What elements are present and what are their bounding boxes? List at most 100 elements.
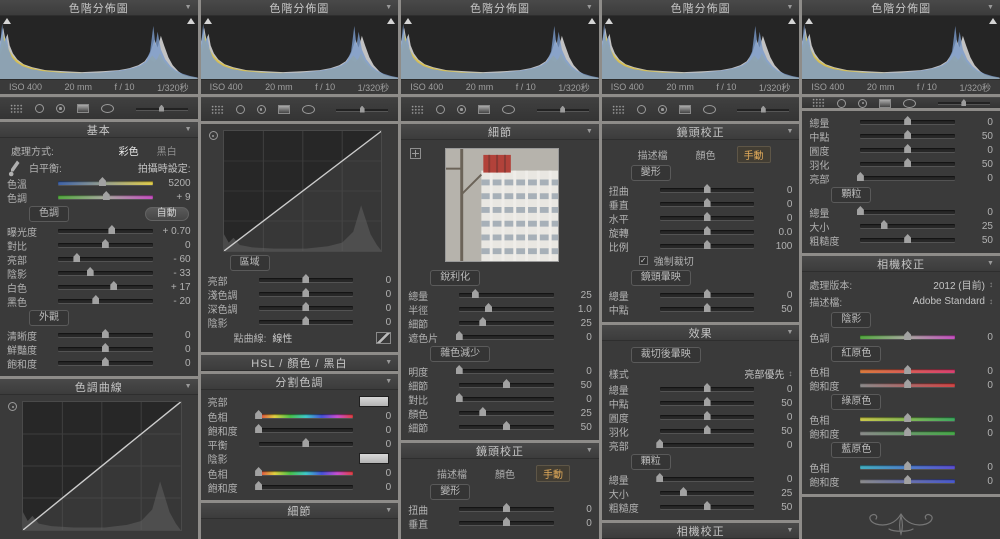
panel-header[interactable]: 效果 ▼	[601, 325, 800, 341]
slider-track[interactable]	[255, 467, 354, 476]
panel-collapse-icon[interactable]: ▼	[385, 507, 393, 514]
slider-track[interactable]	[459, 317, 554, 326]
toolstrip-slider[interactable]	[135, 104, 188, 112]
slider-thumb[interactable]	[485, 303, 492, 312]
slider-thumb[interactable]	[904, 234, 912, 243]
panel-header[interactable]: 相機校正 ▼	[802, 256, 1000, 272]
slider-thumb[interactable]	[904, 116, 912, 125]
slider-thumb[interactable]	[98, 177, 106, 186]
slider-thumb[interactable]	[479, 407, 487, 416]
slider-thumb[interactable]	[255, 424, 263, 433]
slider-track[interactable]	[659, 289, 755, 298]
panel-collapse-icon[interactable]: ▼	[385, 359, 393, 366]
panel-header[interactable]: 鏡頭校正 ▼	[601, 124, 800, 140]
slider-track[interactable]	[255, 481, 354, 490]
slider-thumb[interactable]	[856, 206, 864, 215]
slider-thumb[interactable]	[703, 212, 711, 221]
histogram-display[interactable]	[401, 16, 599, 80]
slider-thumb[interactable]	[703, 411, 711, 420]
slider-thumb[interactable]	[703, 303, 711, 312]
slider-track[interactable]	[459, 379, 554, 388]
detail-target-icon[interactable]	[410, 148, 422, 159]
toolstrip-slider-thumb[interactable]	[560, 105, 566, 113]
radial-filter-tool-icon[interactable]	[903, 98, 917, 108]
slider-track[interactable]	[659, 240, 755, 249]
highlight-clipping-indicator-icon[interactable]	[587, 18, 596, 24]
shadow-clipping-indicator-icon[interactable]	[203, 18, 212, 24]
panel-header[interactable]: 色階分佈圖 ▼	[200, 0, 399, 16]
wb-eyedropper-icon[interactable]	[8, 159, 21, 181]
panel-collapse-icon[interactable]: ▼	[185, 126, 193, 133]
slider-track[interactable]	[258, 274, 354, 283]
slider-track[interactable]	[659, 184, 755, 193]
slider-track[interactable]	[659, 501, 755, 510]
slider-thumb[interactable]	[302, 288, 310, 297]
highlight-clipping-indicator-icon[interactable]	[186, 18, 195, 24]
slider-track[interactable]	[659, 303, 755, 312]
slider-thumb[interactable]	[102, 191, 110, 200]
slider-track[interactable]	[58, 191, 153, 200]
tab-manual[interactable]: 手動	[535, 464, 570, 482]
tab-color[interactable]: 顏色	[488, 465, 522, 482]
slider-track[interactable]	[459, 517, 554, 526]
slider-track[interactable]	[659, 425, 755, 434]
slider-track[interactable]	[659, 198, 755, 207]
slider-thumb[interactable]	[904, 379, 912, 388]
slider-thumb[interactable]	[703, 198, 711, 207]
slider-track[interactable]	[459, 303, 554, 312]
treatment-option-bw[interactable]: 黑白	[157, 143, 177, 158]
slider-thumb[interactable]	[703, 289, 711, 298]
panel-collapse-icon[interactable]: ▼	[786, 4, 794, 11]
slider-track[interactable]	[255, 410, 354, 419]
slider-thumb[interactable]	[502, 517, 510, 526]
slider-track[interactable]	[58, 253, 153, 262]
tab-color[interactable]: 顏色	[689, 146, 723, 163]
slider-track[interactable]	[860, 413, 955, 422]
slider-thumb[interactable]	[255, 481, 263, 490]
slider-track[interactable]	[860, 379, 955, 388]
panel-collapse-icon[interactable]: ▼	[385, 378, 393, 385]
slider-track[interactable]	[860, 475, 955, 484]
toolstrip-slider-thumb[interactable]	[158, 104, 164, 112]
slider-track[interactable]	[58, 343, 153, 352]
spot-removal-tool-icon[interactable]	[636, 105, 646, 114]
slider-thumb[interactable]	[302, 438, 310, 447]
slider-track[interactable]	[58, 239, 153, 248]
slider-track[interactable]	[258, 302, 354, 311]
slider-track[interactable]	[459, 407, 554, 416]
slider-track[interactable]	[856, 172, 955, 181]
spot-removal-tool-icon[interactable]	[35, 104, 44, 113]
slider-track[interactable]	[659, 212, 755, 221]
slider-thumb[interactable]	[471, 289, 479, 298]
spot-removal-tool-icon[interactable]	[436, 105, 446, 114]
slider-thumb[interactable]	[656, 473, 664, 482]
panel-header[interactable]: 細節 ▼	[401, 124, 599, 140]
crop-overlay-tool-icon[interactable]	[10, 103, 23, 114]
slider-track[interactable]	[459, 503, 554, 512]
wb-preset-selector[interactable]: 拍攝時設定:	[138, 160, 191, 175]
slider-track[interactable]	[255, 424, 354, 433]
slider-track[interactable]	[860, 365, 955, 374]
slider-track[interactable]	[58, 225, 153, 234]
slider-track[interactable]	[455, 365, 554, 374]
slider-thumb[interactable]	[904, 158, 912, 167]
panel-collapse-icon[interactable]: ▼	[987, 260, 995, 267]
slider-thumb[interactable]	[302, 274, 310, 283]
slider-track[interactable]	[860, 158, 955, 167]
slider-thumb[interactable]	[101, 329, 109, 338]
slider-thumb[interactable]	[479, 317, 487, 326]
slider-track[interactable]	[860, 144, 955, 153]
slider-thumb[interactable]	[904, 144, 912, 153]
slider-track[interactable]	[58, 295, 153, 304]
toolstrip-slider-thumb[interactable]	[359, 105, 365, 113]
shadow-clipping-indicator-icon[interactable]	[604, 18, 613, 24]
slider-thumb[interactable]	[302, 316, 310, 325]
highlight-clipping-indicator-icon[interactable]	[788, 18, 797, 24]
slider-thumb[interactable]	[455, 331, 463, 340]
slider-track[interactable]	[856, 206, 955, 215]
toolstrip-slider[interactable]	[937, 99, 990, 106]
graduated-filter-tool-icon[interactable]	[478, 105, 491, 114]
slider-thumb[interactable]	[703, 383, 711, 392]
slider-track[interactable]	[860, 220, 955, 229]
graduated-filter-tool-icon[interactable]	[678, 105, 691, 114]
